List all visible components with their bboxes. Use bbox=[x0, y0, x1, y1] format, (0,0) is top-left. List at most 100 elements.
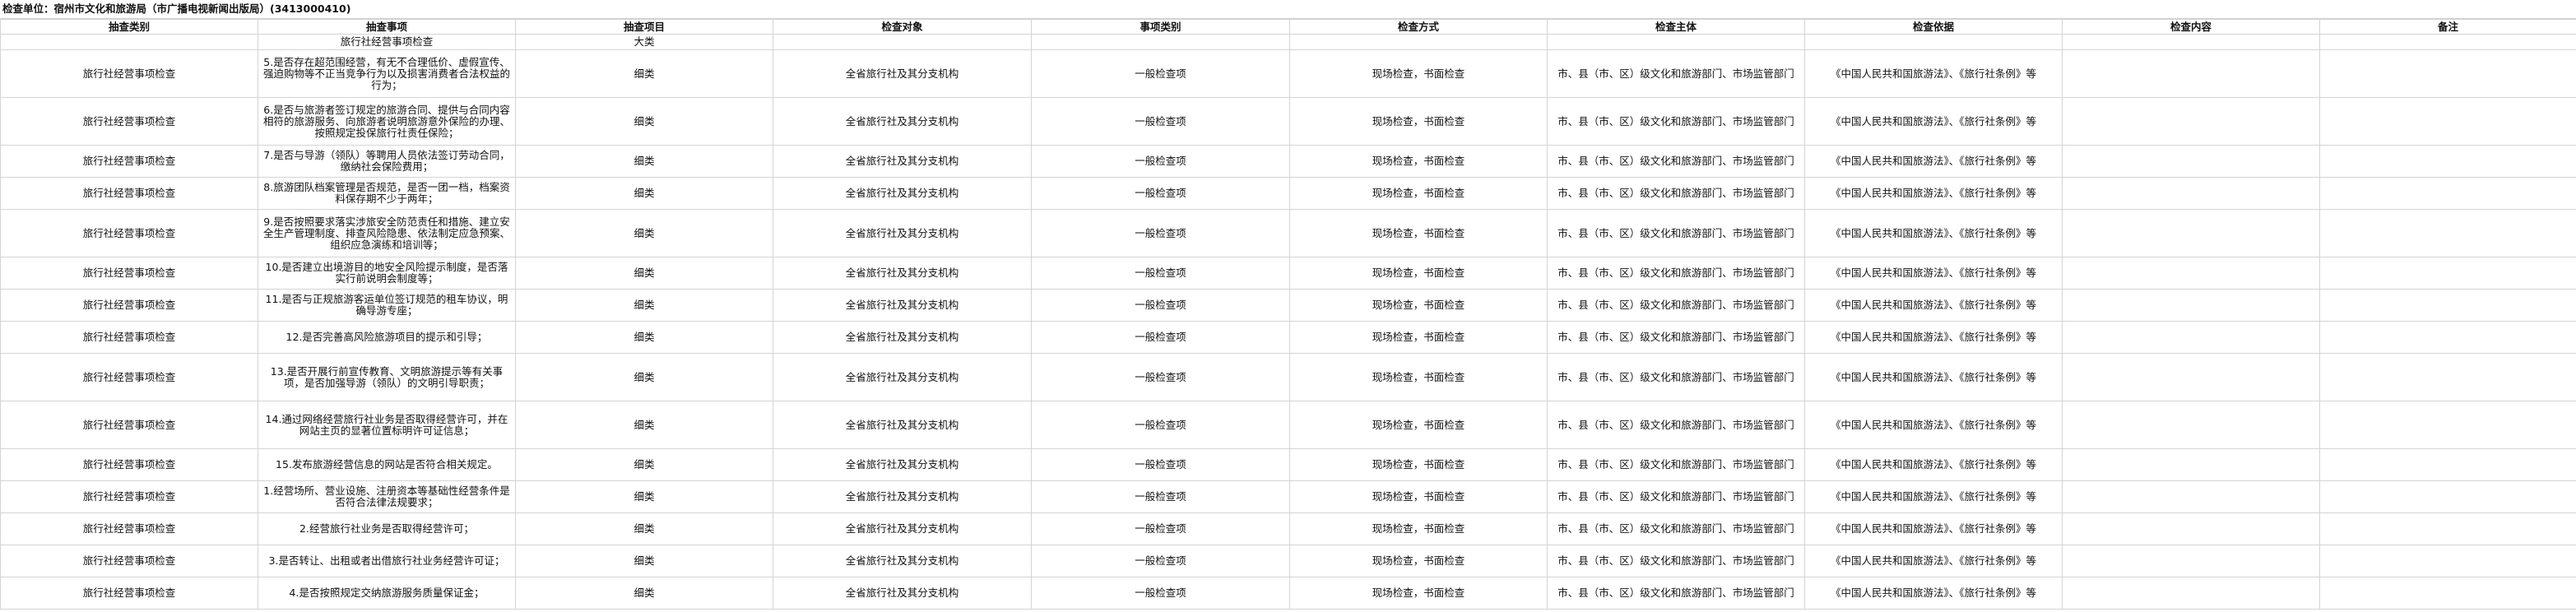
cell-note bbox=[2319, 97, 2576, 146]
cell-note bbox=[2319, 209, 2576, 257]
cell-subject: 市、县（市、区）级文化和旅游部门、市场监管部门 bbox=[1547, 97, 1805, 146]
table-row: 旅行社经营事项检查 15.发布旅游经营信息的网站是否符合相关规定。 细类 全省旅行社及… bbox=[0, 448, 2576, 481]
cell-content bbox=[2062, 257, 2320, 290]
table-row: 旅行社经营事项检查 5.是否存在超范围经营，有无不合理低价、虚假宣传、强迫购物等不… bbox=[0, 49, 2576, 98]
header-project: 抽查项目 bbox=[515, 19, 773, 35]
cell-category: 旅行社经营事项检查 bbox=[0, 577, 258, 610]
cell-type: 一般检查项 bbox=[1031, 545, 1290, 577]
cell-method: 现场检查，书面检查 bbox=[1289, 401, 1548, 449]
cell-category: 旅行社经营事项检查 bbox=[0, 353, 258, 401]
cell-item: 8.旅游团队档案管理是否规范，是否一团一档，档案资料保存期不少于两年； bbox=[258, 177, 516, 210]
subheader-note bbox=[2319, 34, 2576, 50]
header-note: 备注 bbox=[2319, 19, 2576, 35]
cell-content bbox=[2062, 177, 2320, 210]
cell-method: 现场检查，书面检查 bbox=[1289, 577, 1548, 610]
subheader-content bbox=[2062, 34, 2320, 50]
cell-item: 5.是否存在超范围经营，有无不合理低价、虚假宣传、强迫购物等不正当竞争行为以及损… bbox=[258, 49, 516, 98]
cell-type: 一般检查项 bbox=[1031, 209, 1290, 257]
subheader-row: 旅行社经营事项检查 大类 bbox=[0, 34, 2576, 50]
cell-method: 现场检查，书面检查 bbox=[1289, 480, 1548, 513]
cell-category: 旅行社经营事项检查 bbox=[0, 545, 258, 577]
cell-method: 现场检查，书面检查 bbox=[1289, 49, 1548, 98]
cell-category: 旅行社经营事项检查 bbox=[0, 321, 258, 354]
cell-basis: 《中国人民共和国旅游法》、《旅行社条例》等 bbox=[1804, 177, 2063, 210]
cell-content bbox=[2062, 401, 2320, 449]
header-item: 抽查事项 bbox=[258, 19, 516, 35]
cell-category: 旅行社经营事项检查 bbox=[0, 209, 258, 257]
cell-note bbox=[2319, 512, 2576, 545]
cell-item: 13.是否开展行前宣传教育、文明旅游提示等有关事项，是否加强导游（领队）的文明引… bbox=[258, 353, 516, 401]
cell-note bbox=[2319, 401, 2576, 449]
cell-note bbox=[2319, 577, 2576, 610]
cell-project: 细类 bbox=[515, 209, 773, 257]
cell-object: 全省旅行社及其分支机构 bbox=[773, 577, 1032, 610]
cell-type: 一般检查项 bbox=[1031, 321, 1290, 354]
cell-subject: 市、县（市、区）级文化和旅游部门、市场监管部门 bbox=[1547, 577, 1805, 610]
cell-subject: 市、县（市、区）级文化和旅游部门、市场监管部门 bbox=[1547, 353, 1805, 401]
subheader-type bbox=[1031, 34, 1290, 50]
cell-object: 全省旅行社及其分支机构 bbox=[773, 97, 1032, 146]
cell-object: 全省旅行社及其分支机构 bbox=[773, 401, 1032, 449]
cell-method: 现场检查，书面检查 bbox=[1289, 145, 1548, 178]
cell-object: 全省旅行社及其分支机构 bbox=[773, 512, 1032, 545]
cell-method: 现场检查，书面检查 bbox=[1289, 177, 1548, 210]
subheader-method bbox=[1289, 34, 1548, 50]
table-row: 旅行社经营事项检查 2.经营旅行社业务是否取得经营许可； 细类 全省旅行社及其分支机构… bbox=[0, 512, 2576, 545]
cell-subject: 市、县（市、区）级文化和旅游部门、市场监管部门 bbox=[1547, 321, 1805, 354]
cell-item: 7.是否与导游（领队）等聘用人员依法签订劳动合同，缴纳社会保险费用； bbox=[258, 145, 516, 178]
header-object: 检查对象 bbox=[773, 19, 1032, 35]
cell-object: 全省旅行社及其分支机构 bbox=[773, 257, 1032, 290]
cell-basis: 《中国人民共和国旅游法》、《旅行社条例》等 bbox=[1804, 480, 2063, 513]
cell-item: 14.通过网络经营旅行社业务是否取得经营许可，并在网站主页的显著位置标明许可证信… bbox=[258, 401, 516, 449]
spreadsheet-sheet: 检查单位：宿州市文化和旅游局（市广播电视新闻出版局）(3413000410) 抽… bbox=[0, 0, 2576, 612]
cell-type: 一般检查项 bbox=[1031, 401, 1290, 449]
cell-category: 旅行社经营事项检查 bbox=[0, 448, 258, 481]
cell-project: 细类 bbox=[515, 257, 773, 290]
header-category: 抽查类别 bbox=[0, 19, 258, 35]
cell-project: 细类 bbox=[515, 448, 773, 481]
cell-object: 全省旅行社及其分支机构 bbox=[773, 321, 1032, 354]
cell-note bbox=[2319, 257, 2576, 290]
cell-basis: 《中国人民共和国旅游法》、《旅行社条例》等 bbox=[1804, 401, 2063, 449]
cell-content bbox=[2062, 289, 2320, 322]
cell-category: 旅行社经营事项检查 bbox=[0, 257, 258, 290]
cell-basis: 《中国人民共和国旅游法》、《旅行社条例》等 bbox=[1804, 145, 2063, 178]
cell-note bbox=[2319, 289, 2576, 322]
cell-project: 细类 bbox=[515, 177, 773, 210]
cell-object: 全省旅行社及其分支机构 bbox=[773, 545, 1032, 577]
cell-type: 一般检查项 bbox=[1031, 145, 1290, 178]
cell-basis: 《中国人民共和国旅游法》、《旅行社条例》等 bbox=[1804, 448, 2063, 481]
cell-basis: 《中国人民共和国旅游法》、《旅行社条例》等 bbox=[1804, 289, 2063, 322]
cell-object: 全省旅行社及其分支机构 bbox=[773, 145, 1032, 178]
cell-note bbox=[2319, 177, 2576, 210]
cell-item: 2.经营旅行社业务是否取得经营许可； bbox=[258, 512, 516, 545]
cell-subject: 市、县（市、区）级文化和旅游部门、市场监管部门 bbox=[1547, 177, 1805, 210]
cell-type: 一般检查项 bbox=[1031, 577, 1290, 610]
cell-method: 现场检查，书面检查 bbox=[1289, 353, 1548, 401]
cell-basis: 《中国人民共和国旅游法》、《旅行社条例》等 bbox=[1804, 512, 2063, 545]
cell-basis: 《中国人民共和国旅游法》、《旅行社条例》等 bbox=[1804, 209, 2063, 257]
cell-project: 细类 bbox=[515, 480, 773, 513]
cell-content bbox=[2062, 321, 2320, 354]
cell-subject: 市、县（市、区）级文化和旅游部门、市场监管部门 bbox=[1547, 545, 1805, 577]
cell-category: 旅行社经营事项检查 bbox=[0, 512, 258, 545]
table-row: 旅行社经营事项检查 4.是否按照规定交纳旅游服务质量保证金； 细类 全省旅行社及其分支… bbox=[0, 577, 2576, 610]
cell-item: 1.经营场所、营业设施、注册资本等基础性经营条件是否符合法律法规要求； bbox=[258, 480, 516, 513]
cell-basis: 《中国人民共和国旅游法》、《旅行社条例》等 bbox=[1804, 97, 2063, 146]
cell-project: 细类 bbox=[515, 353, 773, 401]
cell-type: 一般检查项 bbox=[1031, 257, 1290, 290]
header-content: 检查内容 bbox=[2062, 19, 2320, 35]
cell-content bbox=[2062, 545, 2320, 577]
cell-method: 现场检查，书面检查 bbox=[1289, 545, 1548, 577]
cell-method: 现场检查，书面检查 bbox=[1289, 97, 1548, 146]
cell-content bbox=[2062, 577, 2320, 610]
cell-type: 一般检查项 bbox=[1031, 512, 1290, 545]
cell-subject: 市、县（市、区）级文化和旅游部门、市场监管部门 bbox=[1547, 448, 1805, 481]
cell-object: 全省旅行社及其分支机构 bbox=[773, 289, 1032, 322]
cell-method: 现场检查，书面检查 bbox=[1289, 448, 1548, 481]
cell-note bbox=[2319, 145, 2576, 178]
cell-project: 细类 bbox=[515, 97, 773, 146]
cell-category: 旅行社经营事项检查 bbox=[0, 480, 258, 513]
cell-note bbox=[2319, 545, 2576, 577]
cell-item: 9.是否按照要求落实涉旅安全防范责任和措施、建立安全生产管理制度、排查风险隐患、… bbox=[258, 209, 516, 257]
